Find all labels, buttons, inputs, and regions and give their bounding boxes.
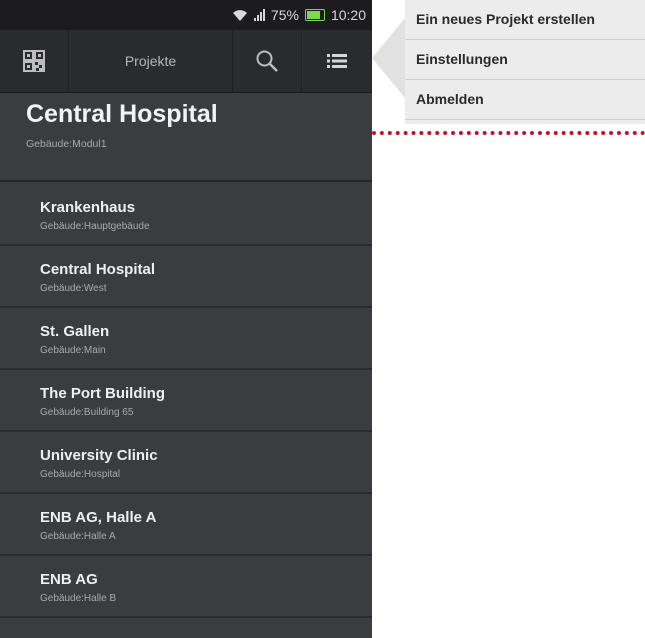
qr-code-icon [23,50,45,72]
list-item[interactable]: St. Gallen Gebäude:Main [0,308,372,370]
list-item[interactable]: The Port Building Gebäude:Building 65 [0,370,372,432]
list-item[interactable]: Krankenhaus Gebäude:Hauptgebäude [0,184,372,246]
wifi-icon [232,10,247,21]
list-item-title: ENB AG, Halle A [40,509,157,526]
menu-item-label: Ein neues Projekt erstellen [416,11,595,27]
list-item-subtitle: Gebäude:Building 65 [40,407,134,418]
list-item-subtitle: Gebäude:Hauptgebäude [40,221,150,232]
list-item-title: The Port Building [40,385,165,402]
page-title: Projekte [69,30,233,92]
menu-item-logout[interactable]: Abmelden [405,80,645,120]
list-item[interactable]: ENB AG Gebäude:Halle B [0,556,372,618]
overflow-menu-button[interactable] [302,30,372,92]
list-item-subtitle: Gebäude:Hospital [40,469,121,480]
list-item[interactable]: Central Hospital Gebäude:West [0,246,372,308]
current-project-subtitle: Gebäude:Modul1 [26,138,107,150]
list-item[interactable]: ENB AG, Halle A Gebäude:Halle A [0,494,372,556]
current-project-title: Central Hospital [26,100,218,128]
phone-screen: 75% 10:20 Projekte Central Hospital Gebä… [0,0,372,638]
status-icons: 75% 10:20 [232,6,366,24]
clock: 10:20 [330,7,366,23]
list-item[interactable]: University Clinic Gebäude:Hospital [0,432,372,494]
menu-item-label: Abmelden [416,91,484,107]
battery-percent: 75% [270,7,299,23]
list-item-title: ENB AG [40,571,98,588]
signal-icon [253,9,265,21]
menu-icon [327,54,347,68]
search-button[interactable] [233,30,302,92]
list-item-title: University Clinic [40,447,158,464]
search-icon [256,50,278,72]
list-item-subtitle: Gebäude:Main [40,345,106,356]
current-project-header: Central Hospital Gebäude:Modul1 [0,93,372,182]
list-item-subtitle: Gebäude:West [40,283,107,294]
menu-item-label: Einstellungen [416,51,508,67]
status-bar: 75% 10:20 [0,0,372,30]
list-item-title: Krankenhaus [40,199,136,216]
menu-pointer [372,18,405,98]
dotted-divider [372,131,645,135]
action-bar: Projekte [0,30,372,93]
list-item-title: St. Gallen [40,323,110,340]
list-item-title: Central Hospital [40,261,156,278]
list-item-subtitle: Gebäude:Halle A [40,531,116,542]
menu-item-new-project[interactable]: Ein neues Projekt erstellen [405,0,645,40]
menu-item-settings[interactable]: Einstellungen [405,40,645,80]
battery-icon [304,9,325,21]
project-list: Krankenhaus Gebäude:Hauptgebäude Central… [0,184,372,618]
qr-code-button[interactable] [0,30,69,92]
overflow-menu: Ein neues Projekt erstellen Einstellunge… [405,0,645,124]
list-item-subtitle: Gebäude:Halle B [40,593,117,604]
